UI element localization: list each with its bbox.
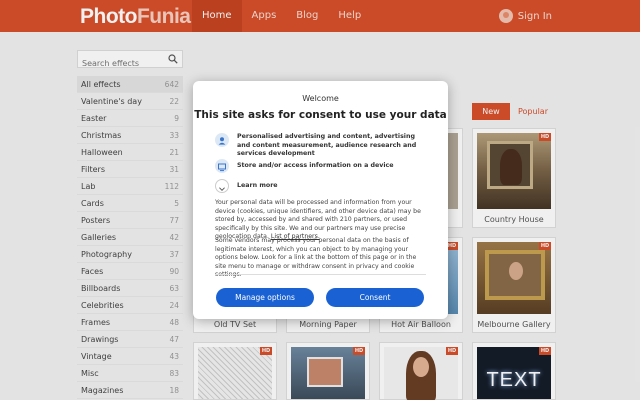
learn-more-label: Learn more [237, 182, 278, 189]
manage-options-button[interactable]: Manage options [216, 288, 314, 307]
purpose-label: Store and/or access information on a dev… [237, 162, 394, 169]
purpose-label: Personalised advertising and content, ad… [237, 133, 417, 157]
chevron-down-icon [215, 179, 229, 193]
learn-more-toggle[interactable]: Learn more [215, 179, 430, 193]
dialog-welcome: Welcome [302, 94, 339, 103]
purpose-personalised-ads: Personalised advertising and content, ad… [215, 133, 430, 159]
purpose-store-access: Store and/or access information on a dev… [215, 159, 430, 173]
person-icon [215, 133, 229, 147]
consent-button[interactable]: Consent [326, 288, 424, 307]
consent-dialog: Welcome This site asks for consent to us… [193, 81, 448, 319]
dialog-title: This site asks for consent to use your d… [194, 109, 447, 121]
consent-paragraph-1: Your personal data will be processed and… [215, 199, 428, 242]
device-icon [215, 159, 229, 173]
dialog-divider [215, 274, 426, 275]
